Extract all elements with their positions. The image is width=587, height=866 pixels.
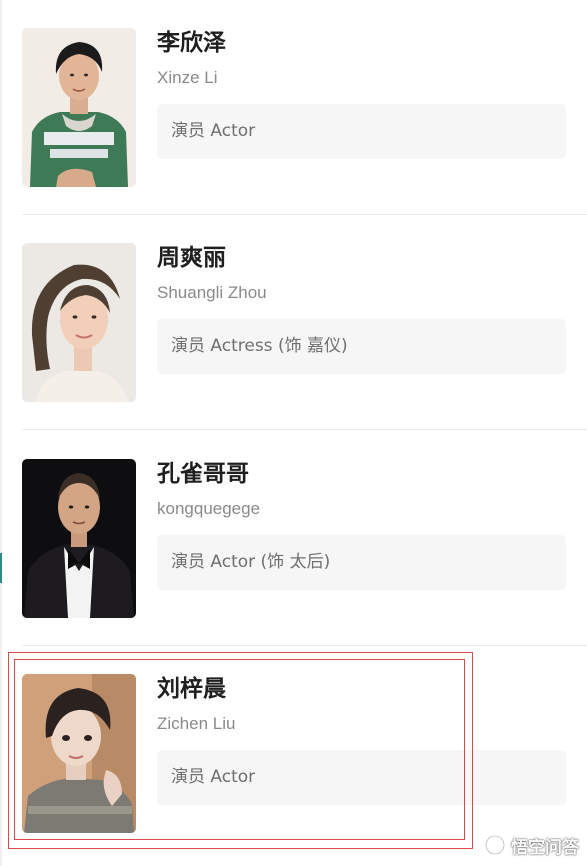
cast-name[interactable]: 李欣泽	[157, 28, 226, 58]
cast-photo-image	[22, 459, 136, 618]
cast-list: 李欣泽 Xinze Li 演员 Actor 周爽丽 Shuangli Zhou …	[0, 0, 587, 866]
cast-name[interactable]: 周爽丽	[157, 243, 226, 273]
cast-romanized-name: Shuangli Zhou	[157, 283, 267, 302]
role-text: 演员 Actor	[171, 767, 256, 787]
role-box: 演员 Actress (饰 嘉仪)	[157, 319, 566, 374]
cast-name[interactable]: 刘梓晨	[157, 674, 226, 704]
cast-romanized-name: Xinze Li	[157, 68, 218, 87]
role-box: 演员 Actor	[157, 750, 566, 805]
cast-item[interactable]: 刘梓晨 Zichen Liu 演员 Actor	[0, 646, 587, 861]
cast-photo[interactable]	[22, 674, 136, 833]
cast-item[interactable]: 李欣泽 Xinze Li 演员 Actor	[0, 0, 587, 215]
divider	[22, 429, 587, 430]
role-text: 演员 Actor	[171, 121, 256, 141]
role-text: 演员 Actor (饰 太后)	[171, 552, 331, 572]
cast-romanized-name: Zichen Liu	[157, 714, 236, 733]
watermark: 悟空问答	[484, 832, 579, 858]
role-text: 演员 Actress (饰 嘉仪)	[171, 336, 348, 356]
role-box: 演员 Actor (饰 太后)	[157, 535, 566, 590]
cast-photo[interactable]	[22, 28, 136, 187]
cast-name[interactable]: 孔雀哥哥	[157, 459, 249, 489]
wukong-logo-icon	[485, 835, 505, 855]
cast-photo[interactable]	[22, 459, 136, 618]
cast-photo-image	[22, 28, 136, 187]
cast-photo-image	[22, 243, 136, 402]
role-box: 演员 Actor	[157, 104, 566, 159]
watermark-text: 悟空问答	[511, 837, 579, 858]
cast-item[interactable]: 孔雀哥哥 kongquegege 演员 Actor (饰 太后)	[0, 431, 587, 646]
cast-romanized-name: kongquegege	[157, 499, 261, 518]
cast-photo-image	[22, 674, 136, 833]
cast-item[interactable]: 周爽丽 Shuangli Zhou 演员 Actress (饰 嘉仪)	[0, 215, 587, 430]
cast-photo[interactable]	[22, 243, 136, 402]
